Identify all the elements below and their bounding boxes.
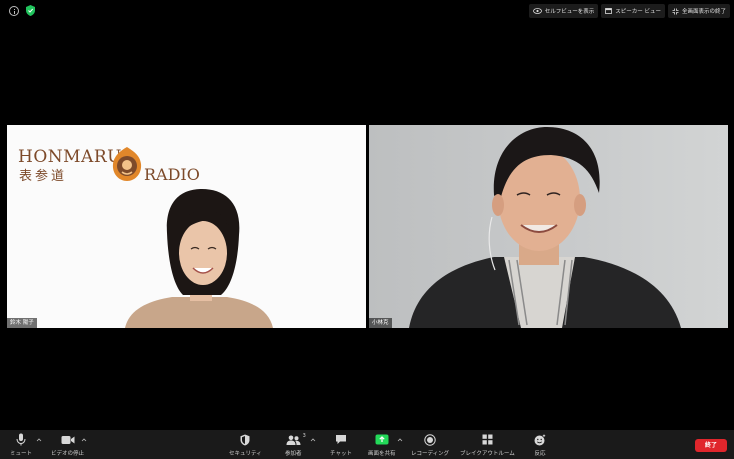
breakout-rooms-label: ブレイクアウトルーム [460, 451, 515, 457]
participants-button[interactable]: 3 参加者 [285, 433, 306, 457]
participants-label: 参加者 [285, 451, 302, 457]
meeting-toolbar: ミュート ビデオの停止 セキュリティ 3 参加者 チャット 画面を共有 レコーデ… [0, 430, 734, 459]
video-options-chevron-up-icon[interactable] [81, 437, 87, 443]
chat-button[interactable]: チャット [330, 433, 352, 457]
stop-video-label: ビデオの停止 [51, 451, 85, 457]
speaker-view-label: スピーカー ビュー [615, 9, 661, 15]
participants-options-chevron-up-icon[interactable] [310, 437, 316, 443]
participants-count: 3 [302, 433, 306, 439]
participant-2-video-image [409, 127, 681, 328]
recording-label: レコーディング [411, 451, 450, 457]
share-options-chevron-up-icon[interactable] [397, 437, 403, 443]
meeting-info-icon[interactable] [9, 6, 19, 16]
security-button[interactable]: セキュリティ [229, 433, 262, 457]
breakout-rooms-icon [482, 434, 493, 445]
mute-label: ミュート [10, 451, 33, 457]
radio-logo-omotesando: 表参道 [19, 169, 68, 184]
show-self-view-button[interactable]: セルフビューを表示 [528, 4, 599, 18]
reactions-icon [534, 434, 546, 445]
meeting-top-bar: セルフビューを表示 スピーカー ビュー 全画面表示の終了 [0, 0, 734, 22]
end-meeting-button[interactable]: 終了 [695, 439, 727, 452]
reactions-label: 反応 [534, 451, 546, 457]
audio-options-chevron-up-icon[interactable] [36, 437, 42, 443]
security-label: セキュリティ [229, 451, 262, 457]
show-self-view-label: セルフビューを表示 [544, 9, 595, 15]
radio-logo-radio: RADIO [144, 165, 200, 184]
participant-1-name-tag: 鈴木 陽子 [7, 318, 37, 328]
exit-fullscreen-label: 全画面表示の終了 [681, 9, 726, 15]
exit-fullscreen-icon [672, 8, 679, 14]
chat-icon [335, 435, 346, 444]
share-screen-icon [375, 434, 389, 445]
eye-icon [532, 8, 542, 14]
microphone-icon [16, 433, 26, 446]
video-tile-participant-1[interactable]: HONMARU RADIO 表参道 鈴木 陽子 [7, 125, 366, 328]
radio-logo-honmaru: HONMARU [18, 147, 122, 167]
top-actions: セルフビューを表示 スピーカー ビュー 全画面表示の終了 [528, 4, 730, 18]
security-shield-icon [240, 434, 250, 445]
share-screen-label: 画面を共有 [368, 451, 396, 457]
participants-icon [286, 435, 301, 445]
video-tile-participant-2[interactable]: 小林克 [369, 125, 728, 328]
radio-mascot-logo-icon [112, 147, 142, 181]
video-camera-icon [61, 435, 74, 444]
reactions-button[interactable]: 反応 [534, 433, 546, 457]
stop-video-button[interactable]: ビデオの停止 [51, 433, 84, 457]
breakout-rooms-button[interactable]: ブレイクアウトルーム [460, 433, 515, 457]
recording-button[interactable]: レコーディング [411, 433, 449, 457]
participant-2-name-tag: 小林克 [369, 318, 392, 328]
record-icon [424, 433, 436, 446]
share-screen-button[interactable]: 画面を共有 [368, 433, 396, 457]
encryption-shield-icon[interactable] [26, 5, 35, 16]
speaker-view-button[interactable]: スピーカー ビュー [601, 4, 665, 18]
chat-label: チャット [330, 451, 352, 457]
speaker-view-icon [605, 8, 613, 14]
mute-button[interactable]: ミュート [10, 433, 32, 457]
exit-fullscreen-button[interactable]: 全画面表示の終了 [667, 4, 730, 18]
